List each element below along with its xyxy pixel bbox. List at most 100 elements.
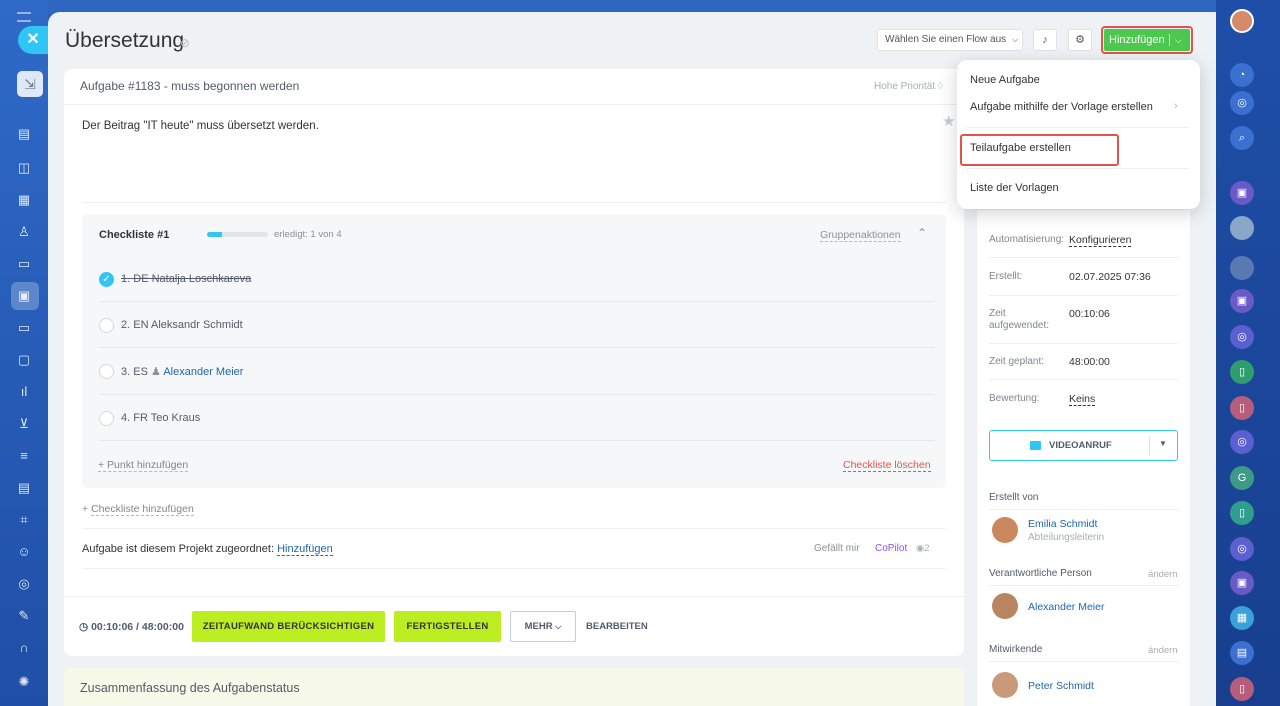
divider	[99, 394, 935, 395]
checkbox-icon[interactable]	[99, 364, 114, 379]
responsible-name[interactable]: Alexander Meier	[1028, 601, 1104, 613]
chevron-up-icon[interactable]: ⌃	[917, 226, 927, 240]
gear-icon[interactable]: ⚙	[1068, 29, 1092, 51]
created-value: 02.07.2025 07:36	[1069, 271, 1151, 283]
copilot-link[interactable]: CoPilot	[875, 543, 907, 554]
views-count: ◉2	[916, 543, 930, 554]
checklist-item[interactable]: 4. FR Teo Kraus	[99, 409, 399, 429]
group-actions-link[interactable]: Gruppenaktionen	[820, 229, 901, 242]
checklist-item[interactable]: ✓ 1. DE Natalja Loschkareva	[99, 270, 399, 290]
flow-select[interactable]: Wählen Sie einen Flow aus ⌵	[877, 29, 1023, 51]
add-button[interactable]: Hinzufügen ⌵	[1104, 29, 1190, 51]
divider	[82, 528, 946, 529]
user-avatar[interactable]	[1230, 9, 1254, 33]
chat-avatar-icon[interactable]: ◎	[1230, 325, 1254, 349]
checklist-item[interactable]: 2. EN Aleksandr Schmidt	[99, 316, 399, 336]
chat-avatar-icon[interactable]: ◎	[1230, 430, 1254, 454]
cart-icon[interactable]: ⊻	[16, 416, 32, 432]
inbox-icon[interactable]: ▣	[16, 288, 32, 304]
link-icon[interactable]: ⊘	[180, 36, 190, 50]
video-call-button[interactable]: VIDEOANRUF ▼	[989, 430, 1178, 461]
divider	[99, 347, 935, 348]
calendar-icon[interactable]: ▦	[16, 192, 32, 208]
divider	[1149, 437, 1150, 455]
timer[interactable]: ◷ 00:10:06 / 48:00:00	[79, 621, 184, 633]
bell-icon[interactable]: ◔	[1230, 63, 1254, 87]
chat-icon[interactable]: ◫	[16, 160, 32, 176]
chat-avatar-icon[interactable]: ▦	[1230, 606, 1254, 630]
checklist-item-person[interactable]: Alexander Meier	[163, 366, 243, 378]
divider	[989, 585, 1178, 586]
chat-avatar-icon[interactable]: ▣	[1230, 571, 1254, 595]
checklist-title[interactable]: Checkliste #1	[99, 229, 169, 241]
change-participants-link[interactable]: ändern	[1148, 645, 1178, 656]
close-icon[interactable]: ✕	[18, 26, 48, 54]
delete-checklist-link[interactable]: Checkliste löschen	[843, 459, 931, 472]
chat-avatar-icon[interactable]: ◎	[1230, 537, 1254, 561]
chat-avatar-icon[interactable]: G	[1230, 466, 1254, 490]
person-icon: ♟	[151, 366, 161, 378]
scan-icon[interactable]: ⌗	[16, 512, 32, 528]
filter-icon[interactable]: ≡	[16, 448, 32, 464]
id-icon[interactable]: ▤	[16, 480, 32, 496]
menu-item-template-list[interactable]: Liste der Vorlagen	[970, 182, 1059, 194]
divider	[966, 168, 1189, 169]
menu-item-new-task[interactable]: Neue Aufgabe	[970, 74, 1040, 86]
lock-icon[interactable]: ▯	[1230, 360, 1254, 384]
docs-icon[interactable]: ▭	[16, 256, 32, 272]
target-icon[interactable]: ◎	[1230, 91, 1254, 115]
priority-toggle[interactable]: Hohe Priorität ◊	[874, 81, 943, 92]
card-icon[interactable]: ▭	[16, 320, 32, 336]
created-label: Erstellt:	[989, 271, 1023, 282]
checklist-item[interactable]: 3. ES ♟ Alexander Meier	[99, 362, 399, 382]
chevron-down-icon[interactable]: ⌵	[1175, 29, 1182, 51]
avatar[interactable]	[992, 672, 1018, 698]
edit-button[interactable]: BEARBEITEN	[586, 621, 648, 632]
menu-item-from-template[interactable]: Aufgabe mithilfe der Vorlage erstellen	[970, 101, 1153, 113]
chat-avatar-icon[interactable]: ▣	[1230, 181, 1254, 205]
contacts-icon[interactable]: ♙	[16, 224, 32, 240]
target-icon[interactable]: ◎	[16, 576, 32, 592]
checklist-item-number: 3.	[121, 366, 131, 378]
star-icon[interactable]: ★	[942, 112, 955, 130]
automation-link[interactable]: Konfigurieren	[1069, 234, 1132, 247]
more-button[interactable]: MEHR ⌵	[510, 611, 576, 642]
monitor-icon[interactable]: ▢	[16, 352, 32, 368]
rating-link[interactable]: Keins	[1069, 393, 1096, 406]
participant-name[interactable]: Peter Schmidt	[1028, 680, 1094, 692]
settings-icon[interactable]: ✺	[16, 674, 32, 690]
chat-avatar-icon[interactable]: ▣	[1230, 289, 1254, 313]
chat-avatar-icon[interactable]	[1230, 216, 1254, 240]
headset-icon[interactable]: ∩	[16, 640, 32, 656]
add-item-link[interactable]: + Punkt hinzufügen	[98, 459, 189, 472]
lock-icon[interactable]: ▯	[1230, 501, 1254, 525]
chevron-down-icon[interactable]: ▼	[1159, 439, 1167, 448]
creator-name[interactable]: Emilia Schmidt	[1028, 518, 1097, 530]
add-checklist-link[interactable]: + Checkliste hinzufügen	[82, 503, 194, 516]
checkbox-icon[interactable]	[99, 318, 114, 333]
project-add-link[interactable]: Hinzufügen	[277, 543, 333, 556]
download-icon[interactable]: ⇲	[17, 71, 43, 97]
avatar[interactable]	[992, 517, 1018, 543]
chat-avatar-icon[interactable]	[1230, 256, 1254, 280]
track-time-button[interactable]: ZEITAUFWAND BERÜCKSICHTIGEN	[192, 611, 385, 642]
like-link[interactable]: Gefällt mir	[814, 543, 860, 554]
tasks-icon[interactable]: ▤	[16, 126, 32, 142]
menu-icon[interactable]	[17, 12, 31, 22]
bell-icon[interactable]: ♪	[1033, 29, 1057, 51]
edit-icon[interactable]: ✎	[16, 608, 32, 624]
lock-icon[interactable]: ▯	[1230, 396, 1254, 420]
search-icon[interactable]: ⌕	[1230, 126, 1254, 150]
bot-icon[interactable]: ☺	[16, 544, 32, 560]
checkbox-checked-icon[interactable]: ✓	[99, 272, 114, 287]
finish-button[interactable]: FERTIGSTELLEN	[394, 611, 501, 642]
checkbox-icon[interactable]	[99, 411, 114, 426]
status-summary-title[interactable]: Zusammenfassung des Aufgabenstatus	[80, 681, 300, 695]
checklist	[82, 214, 946, 488]
checklist-progress-fill	[207, 232, 223, 237]
lock-icon[interactable]: ▯	[1230, 677, 1254, 701]
analytics-icon[interactable]: ıl	[16, 384, 32, 400]
change-responsible-link[interactable]: ändern	[1148, 569, 1178, 580]
chat-avatar-icon[interactable]: ▤	[1230, 641, 1254, 665]
avatar[interactable]	[992, 593, 1018, 619]
